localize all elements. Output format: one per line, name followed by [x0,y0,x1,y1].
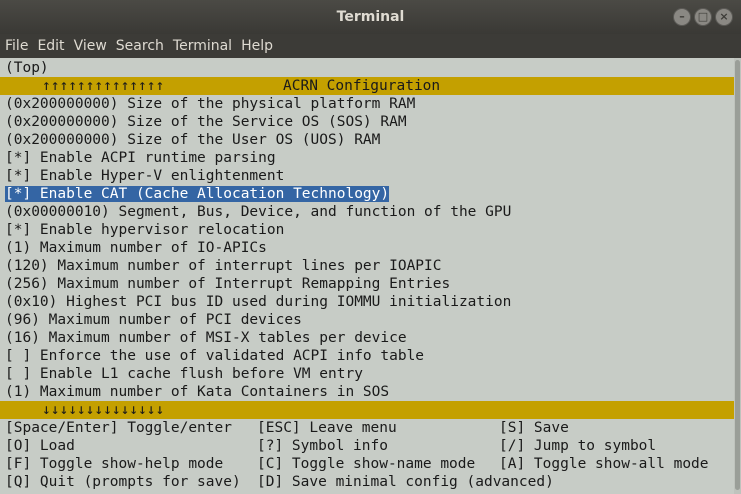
config-header-bar: ↑↑↑↑↑↑↑↑↑↑↑↑↑↑ ACRN Configuration [0,77,734,95]
selected-config-item[interactable]: [*] Enable CAT (Cache Allocation Technol… [5,186,390,202]
help-key: [D] Save minimal config (advanced) [257,474,554,490]
config-item[interactable]: (0x00000010) Segment, Bus, Device, and f… [0,203,511,221]
help-key: [A] Toggle show-all mode [499,456,709,472]
help-key: [C] Toggle show-name mode [257,456,476,472]
maximize-button[interactable]: □ [694,8,712,26]
config-item[interactable]: [*] Enable Hyper-V enlightenment [0,167,284,185]
terminal-window: Terminal – □ × File Edit View Search Terminal H… [0,0,741,494]
down-arrows: ↓↓↓↓↓↓↓↓↓↓↓↓↓↓ [42,402,165,418]
menu-edit[interactable]: Edit [32,34,68,58]
config-item[interactable]: (1) Maximum number of IO-APICs [0,239,267,257]
config-item[interactable]: (256) Maximum number of Interrupt Remapp… [0,275,450,293]
scrollbar-thumb[interactable] [735,60,740,490]
help-key: [ESC] Leave menu [257,420,397,436]
config-item[interactable]: (96) Maximum number of PCI devices [0,311,302,329]
menu-view[interactable]: View [69,34,111,58]
config-item[interactable]: [ ] Enforce the use of validated ACPI in… [0,347,424,365]
menu-search[interactable]: Search [111,34,168,58]
config-item[interactable]: (1) Maximum number of Kata Containers in… [0,383,389,401]
config-item[interactable]: (0x200000000) Size of the User OS (UOS) … [0,131,380,149]
top-label: (Top) [5,60,49,76]
config-item[interactable]: (0x10) Highest PCI bus ID used during IO… [0,293,511,311]
menu-terminal[interactable]: Terminal [168,34,236,58]
window-controls: – □ × [670,8,733,26]
scrollbar[interactable] [734,58,741,494]
help-key: [Q] Quit (prompts for save) [5,474,241,490]
config-item[interactable]: [*] Enable CAT (Cache Allocation Technol… [0,185,390,203]
window-title: Terminal [336,9,405,25]
help-key: [S] Save [499,420,569,436]
help-key: [O] Load [5,438,75,454]
menu-help[interactable]: Help [236,34,277,58]
title-bar[interactable]: Terminal – □ × [0,0,741,34]
minimize-button[interactable]: – [673,8,691,26]
config-item[interactable]: (120) Maximum number of interrupt lines … [0,257,442,275]
config-title: ACRN Configuration [283,78,441,94]
config-item[interactable]: [*] Enable ACPI runtime parsing [0,149,276,167]
help-key: [?] Symbol info [257,438,388,454]
help-key: [Space/Enter] Toggle/enter [5,420,232,436]
config-item[interactable]: [ ] Enable L1 cache flush before VM entr… [0,365,363,383]
config-footer-bar: ↓↓↓↓↓↓↓↓↓↓↓↓↓↓ [0,401,734,419]
menu-bar: File Edit View Search Terminal Help [0,34,741,58]
config-item[interactable]: (16) Maximum number of MSI-X tables per … [0,329,407,347]
menu-file[interactable]: File [0,34,32,58]
close-button[interactable]: × [715,8,733,26]
help-key: [/] Jump to symbol [499,438,657,454]
config-item[interactable]: [*] Enable hypervisor relocation [0,221,284,239]
help-key: [F] Toggle show-help mode [5,456,224,472]
config-item[interactable]: (0x200000000) Size of the physical platf… [0,95,415,113]
terminal-content[interactable]: (Top) ↑↑↑↑↑↑↑↑↑↑↑↑↑↑ ACRN Configuration … [0,58,741,494]
config-item[interactable]: (0x200000000) Size of the Service OS (SO… [0,113,407,131]
up-arrows: ↑↑↑↑↑↑↑↑↑↑↑↑↑↑ [42,78,165,94]
